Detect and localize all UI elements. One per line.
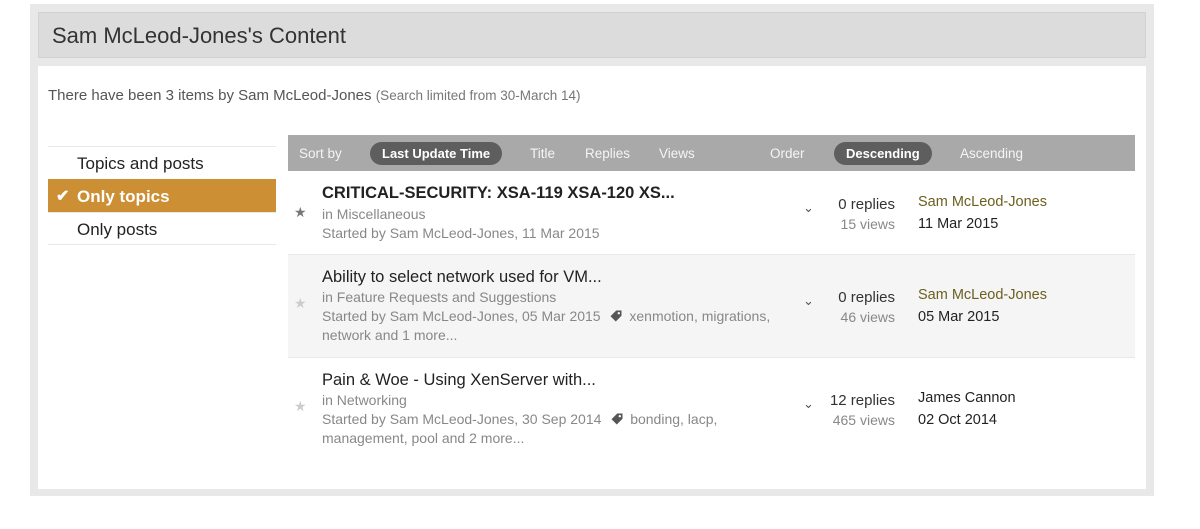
- topic-title[interactable]: CRITICAL-SECURITY: XSA-119 XSA-120 XS...: [322, 184, 675, 203]
- topic-stats: 0 replies 46 views: [838, 289, 895, 325]
- filter-label: Only topics: [77, 187, 170, 206]
- topic-row: ★ Pain & Woe - Using XenServer with... i…: [288, 358, 1135, 461]
- filter-label: Only posts: [77, 220, 158, 239]
- topic-stats: 12 replies 465 views: [830, 392, 895, 428]
- topic-forum: in Feature Requests and Suggestions: [322, 289, 557, 305]
- topic-views: 15 views: [840, 216, 895, 232]
- order-label: Order: [770, 146, 805, 161]
- tag-icon: [611, 413, 623, 425]
- last-post: Sam McLeod-Jones 11 Mar 2015: [918, 194, 1047, 232]
- topic-title[interactable]: Pain & Woe - Using XenServer with...: [322, 371, 596, 390]
- star-icon[interactable]: ★: [294, 204, 307, 221]
- topic-replies: 0 replies: [838, 289, 895, 306]
- check-icon: ✔: [56, 188, 70, 205]
- sort-last-update-time[interactable]: Last Update Time: [370, 142, 503, 165]
- topic-views: 465 views: [832, 412, 895, 428]
- topic-started: Started by Sam McLeod-Jones, 05 Mar 2015: [322, 308, 601, 324]
- topic-views: 46 views: [840, 309, 895, 325]
- summary-note: (Search limited from 30-March 14): [375, 88, 581, 103]
- summary-text: There have been 3 items by Sam McLeod-Jo…: [48, 87, 372, 104]
- star-icon[interactable]: ★: [294, 295, 307, 312]
- tag-icon: [610, 310, 622, 322]
- chevron-down-icon[interactable]: ⌄: [803, 293, 814, 309]
- filter-only-posts[interactable]: Only posts: [48, 212, 276, 245]
- topic-started: Started by Sam McLeod-Jones, 11 Mar 2015: [322, 225, 600, 241]
- topic-meta: in Miscellaneous Started by Sam McLeod-J…: [322, 205, 600, 243]
- content-panel: There have been 3 items by Sam McLeod-Jo…: [38, 66, 1146, 489]
- topic-started: Started by Sam McLeod-Jones, 30 Sep 2014: [322, 411, 602, 427]
- topic-title[interactable]: Ability to select network used for VM...: [322, 268, 602, 287]
- chevron-down-icon[interactable]: ⌄: [803, 200, 814, 216]
- sort-title[interactable]: Title: [530, 146, 555, 161]
- last-post-user[interactable]: James Cannon: [918, 390, 1016, 406]
- content-filter-menu: Topics and posts ✔ Only topics Only post…: [48, 146, 276, 245]
- sort-by-label: Sort by: [299, 146, 342, 161]
- page-header: Sam McLeod-Jones's Content: [38, 12, 1146, 58]
- page-title: Sam McLeod-Jones's Content: [52, 23, 347, 48]
- topic-row: ★ CRITICAL-SECURITY: XSA-119 XSA-120 XS.…: [288, 172, 1135, 255]
- order-descending[interactable]: Descending: [834, 142, 932, 165]
- topic-forum: in Miscellaneous: [322, 206, 426, 222]
- topic-tags-more[interactable]: management, pool and 2 more...: [322, 429, 717, 448]
- results-summary: There have been 3 items by Sam McLeod-Jo…: [48, 87, 581, 104]
- last-post-user[interactable]: Sam McLeod-Jones: [918, 287, 1047, 303]
- order-ascending[interactable]: Ascending: [960, 146, 1023, 161]
- topic-meta: in Networking Started by Sam McLeod-Jone…: [322, 391, 717, 448]
- last-post: Sam McLeod-Jones 05 Mar 2015: [918, 287, 1047, 325]
- sort-bar: Sort by Last Update Time Title Replies V…: [288, 135, 1135, 171]
- sort-replies[interactable]: Replies: [585, 146, 630, 161]
- topic-replies: 12 replies: [829, 392, 895, 409]
- last-post-date: 11 Mar 2015: [918, 216, 999, 232]
- filter-topics-and-posts[interactable]: Topics and posts: [48, 146, 276, 179]
- last-post-user[interactable]: Sam McLeod-Jones: [918, 194, 1047, 210]
- filter-label: Topics and posts: [77, 154, 204, 173]
- topic-forum: in Networking: [322, 392, 407, 408]
- topic-tags[interactable]: bonding, lacp,: [630, 411, 717, 427]
- star-icon[interactable]: ★: [294, 398, 307, 415]
- topic-replies: 0 replies: [838, 196, 895, 213]
- topic-meta: in Feature Requests and Suggestions Star…: [322, 288, 770, 345]
- chevron-down-icon[interactable]: ⌄: [803, 396, 814, 412]
- last-post-date: 02 Oct 2014: [918, 412, 997, 428]
- topic-tags[interactable]: xenmotion, migrations,: [629, 308, 770, 324]
- last-post: James Cannon 02 Oct 2014: [918, 390, 1016, 428]
- last-post-date: 05 Mar 2015: [918, 309, 1000, 325]
- topic-row: ★ Ability to select network used for VM.…: [288, 255, 1135, 358]
- filter-only-topics[interactable]: ✔ Only topics: [48, 179, 276, 212]
- topic-stats: 0 replies 15 views: [838, 196, 895, 232]
- sort-views[interactable]: Views: [659, 146, 695, 161]
- topic-tags-more[interactable]: network and 1 more...: [322, 326, 770, 345]
